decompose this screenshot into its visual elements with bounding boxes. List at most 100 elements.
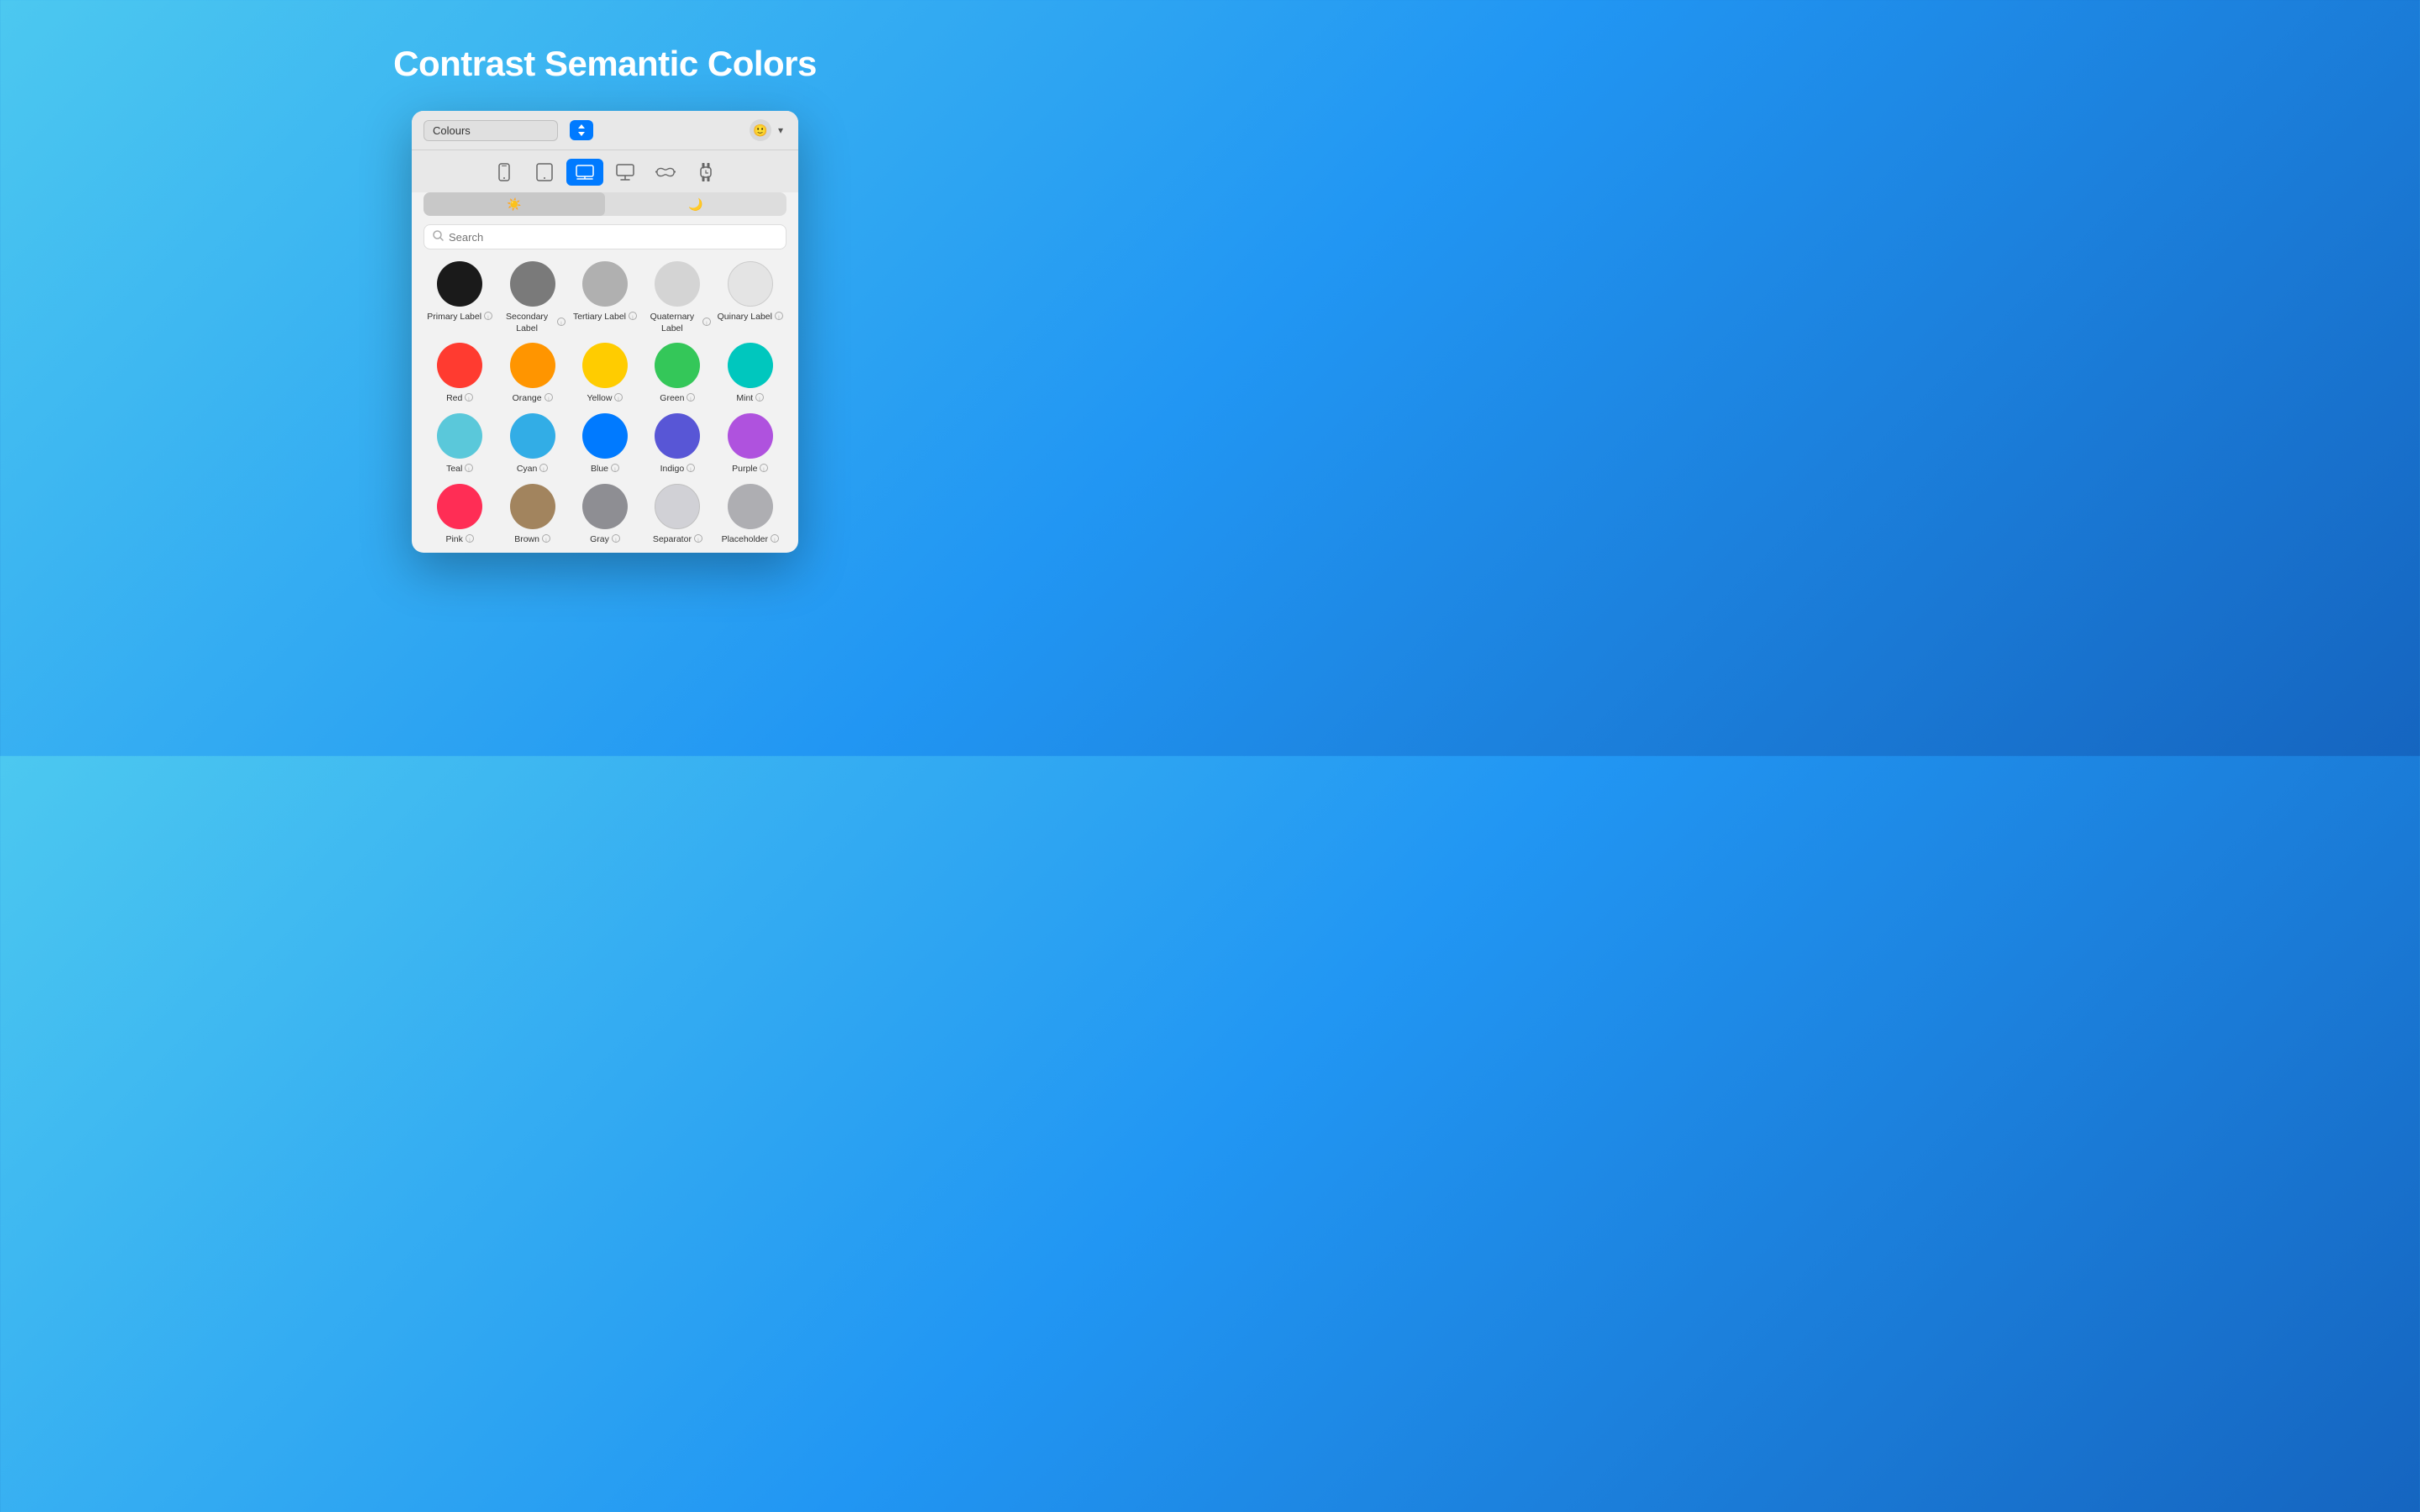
color-item-green[interactable]: Greeni — [641, 343, 713, 405]
color-item-secondary-label[interactable]: Secondary Labeli — [496, 261, 568, 334]
info-icon-blue[interactable]: i — [611, 464, 619, 475]
emoji-button[interactable]: 🙂 — [750, 119, 771, 141]
color-circle-secondary-label — [510, 261, 555, 307]
chevron-down-icon: ▾ — [778, 124, 783, 136]
panel-header: Colours 🙂 ▾ — [412, 111, 798, 150]
info-icon-primary-label[interactable]: i — [484, 312, 492, 323]
colours-select-wrapper: Colours — [424, 120, 558, 141]
tab-vision[interactable] — [647, 159, 684, 186]
color-item-quinary-label[interactable]: Quinary Labeli — [714, 261, 786, 334]
color-label-text-pink: Pink — [445, 534, 462, 546]
color-label-row-red: Redi — [446, 393, 473, 405]
vision-icon — [655, 166, 676, 178]
info-icon-quinary-label[interactable]: i — [775, 312, 783, 323]
color-item-brown[interactable]: Browni — [496, 484, 568, 546]
color-label-row-brown: Browni — [514, 534, 550, 546]
info-icon-red[interactable]: i — [465, 393, 473, 405]
info-icon-gray[interactable]: i — [612, 534, 620, 546]
color-circle-orange — [510, 343, 555, 388]
color-item-indigo[interactable]: Indigoi — [641, 413, 713, 475]
info-icon-yellow[interactable]: i — [614, 393, 623, 405]
color-circle-purple — [728, 413, 773, 459]
monitor-icon — [616, 164, 634, 181]
color-circle-brown — [510, 484, 555, 529]
color-label-row-placeholder: Placeholderi — [722, 534, 779, 546]
color-item-quaternary-label[interactable]: Quaternary Labeli — [641, 261, 713, 334]
theme-dark-button[interactable]: 🌙 — [605, 192, 786, 216]
info-icon-indigo[interactable]: i — [687, 464, 695, 475]
moon-icon: 🌙 — [688, 197, 702, 212]
page-title: Contrast Semantic Colors — [393, 44, 817, 84]
color-label-row-purple: Purplei — [732, 464, 768, 475]
info-icon-teal[interactable]: i — [465, 464, 473, 475]
color-label-row-orange: Orangei — [513, 393, 553, 405]
info-icon-separator[interactable]: i — [694, 534, 702, 546]
info-icon-brown[interactable]: i — [542, 534, 550, 546]
panel-title-area: Colours — [424, 120, 750, 141]
color-item-blue[interactable]: Bluei — [569, 413, 641, 475]
search-icon — [433, 230, 444, 244]
tab-iphone[interactable] — [486, 159, 523, 186]
color-item-gray[interactable]: Grayi — [569, 484, 641, 546]
color-circle-yellow — [582, 343, 628, 388]
color-label-row-pink: Pinki — [445, 534, 473, 546]
color-label-text-purple: Purple — [732, 464, 757, 475]
info-icon-orange[interactable]: i — [544, 393, 553, 405]
color-label-text-quaternary-label: Quaternary Label — [644, 312, 700, 334]
color-label-row-blue: Bluei — [591, 464, 619, 475]
color-label-text-tertiary-label: Tertiary Label — [573, 312, 626, 323]
color-label-text-mint: Mint — [736, 393, 753, 405]
info-icon-pink[interactable]: i — [466, 534, 474, 546]
color-item-primary-label[interactable]: Primary Labeli — [424, 261, 496, 334]
info-icon-placeholder[interactable]: i — [771, 534, 779, 546]
info-icon-secondary-label[interactable]: i — [557, 318, 566, 329]
color-item-red[interactable]: Redi — [424, 343, 496, 405]
color-circle-pink — [437, 484, 482, 529]
color-label-text-blue: Blue — [591, 464, 608, 475]
color-item-purple[interactable]: Purplei — [714, 413, 786, 475]
info-icon-mint[interactable]: i — [755, 393, 764, 405]
colours-dropdown[interactable]: Colours — [424, 120, 558, 141]
color-circle-cyan — [510, 413, 555, 459]
tab-ipad[interactable] — [526, 159, 563, 186]
color-item-tertiary-label[interactable]: Tertiary Labeli — [569, 261, 641, 334]
info-icon-tertiary-label[interactable]: i — [629, 312, 637, 323]
color-label-row-teal: Teali — [446, 464, 473, 475]
color-item-teal[interactable]: Teali — [424, 413, 496, 475]
color-label-text-quinary-label: Quinary Label — [718, 312, 772, 323]
color-item-mint[interactable]: Minti — [714, 343, 786, 405]
tab-watch[interactable] — [687, 159, 724, 186]
color-item-placeholder[interactable]: Placeholderi — [714, 484, 786, 546]
color-circle-quaternary-label — [655, 261, 700, 307]
color-circle-quinary-label — [728, 261, 773, 307]
color-item-separator[interactable]: Separatori — [641, 484, 713, 546]
color-circle-indigo — [655, 413, 700, 459]
search-wrapper — [424, 224, 786, 249]
chevron-button[interactable]: ▾ — [775, 123, 786, 138]
color-label-row-gray: Grayi — [590, 534, 620, 546]
color-item-cyan[interactable]: Cyani — [496, 413, 568, 475]
color-item-pink[interactable]: Pinki — [424, 484, 496, 546]
color-label-text-brown: Brown — [514, 534, 539, 546]
color-label-text-red: Red — [446, 393, 462, 405]
search-input[interactable] — [449, 231, 777, 244]
tab-monitor[interactable] — [607, 159, 644, 186]
color-label-row-primary-label: Primary Labeli — [427, 312, 492, 323]
info-icon-cyan[interactable]: i — [539, 464, 548, 475]
theme-light-button[interactable]: ☀️ — [424, 192, 605, 216]
stepper-button[interactable] — [570, 120, 593, 140]
tab-mac[interactable] — [566, 159, 603, 186]
color-label-row-separator: Separatori — [653, 534, 702, 546]
info-icon-green[interactable]: i — [687, 393, 695, 405]
color-label-text-primary-label: Primary Label — [427, 312, 481, 323]
color-label-row-quinary-label: Quinary Labeli — [718, 312, 783, 323]
theme-toggle: ☀️ 🌙 — [424, 192, 786, 216]
info-icon-purple[interactable]: i — [760, 464, 768, 475]
color-item-yellow[interactable]: Yellowi — [569, 343, 641, 405]
info-icon-quaternary-label[interactable]: i — [702, 318, 711, 329]
color-label-text-separator: Separator — [653, 534, 692, 546]
color-circle-red — [437, 343, 482, 388]
color-item-orange[interactable]: Orangei — [496, 343, 568, 405]
color-label-text-orange: Orange — [513, 393, 542, 405]
color-circle-placeholder — [728, 484, 773, 529]
